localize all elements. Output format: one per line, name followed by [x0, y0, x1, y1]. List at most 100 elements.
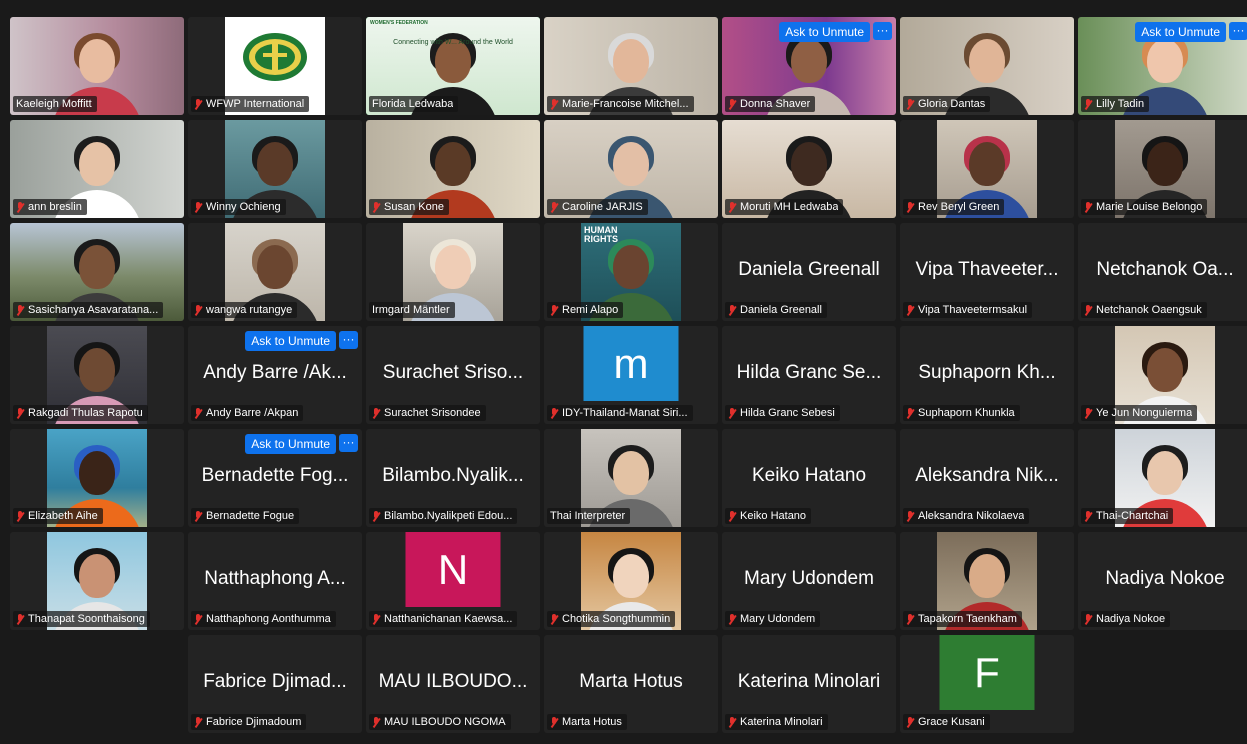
participant-tile[interactable]: m IDY-Thailand-Manat Siri... [544, 326, 718, 424]
participant-tile[interactable]: Mary Udondem Mary Udondem [722, 532, 896, 630]
muted-mic-icon [550, 98, 558, 110]
face-shape [1147, 142, 1183, 186]
name-label: IDY-Thailand-Manat Siri... [547, 405, 693, 421]
display-name: Vipa Thaveeter... [915, 259, 1059, 280]
participant-tile[interactable]: Irmgard Mäntler [366, 223, 540, 321]
participant-tile[interactable]: Marta Hotus Marta Hotus [544, 635, 718, 733]
ask-to-unmute-button[interactable]: Ask to Unmute [779, 22, 870, 42]
muted-mic-icon [1084, 510, 1092, 522]
participant-tile[interactable]: WOMEN'S FEDERATION Connecting with W... A… [366, 17, 540, 115]
participant-tile[interactable]: Ask to Unmute ··· Lilly Tadin [1078, 17, 1247, 115]
ask-to-unmute-button[interactable]: Ask to Unmute [245, 331, 336, 351]
participant-tile[interactable]: Tapakorn Taenkham [900, 532, 1074, 630]
name-label: Marta Hotus [547, 714, 627, 730]
participant-name: Gloria Dantas [918, 98, 986, 110]
participant-tile[interactable]: wangwa rutangye [188, 223, 362, 321]
participant-tile[interactable]: Nadiya Nokoe Nadiya Nokoe [1078, 532, 1247, 630]
participant-name: Chotika Songthummin [562, 613, 671, 625]
participant-tile[interactable]: Rev Beryl Green [900, 120, 1074, 218]
participant-tile[interactable]: Thanapat Soonthaisong [10, 532, 184, 630]
participant-tile[interactable]: HUMAN RIGHTS Remi Alapo [544, 223, 718, 321]
participant-tile[interactable]: Surachet Sriso... Surachet Srisondee [366, 326, 540, 424]
participant-tile[interactable]: Ye Jun Nonguierma [1078, 326, 1247, 424]
participant-tile[interactable]: Susan Kone [366, 120, 540, 218]
participant-tile[interactable]: Bernadette Fog... Ask to Unmute ··· Bernade… [188, 429, 362, 527]
participant-tile[interactable]: Sasichanya Asavaratana... [10, 223, 184, 321]
name-label: MAU ILBOUDO NGOMA [369, 714, 511, 730]
face-shape [79, 348, 115, 392]
more-options-button[interactable]: ··· [873, 22, 892, 40]
participant-tile[interactable]: WFWP International [188, 17, 362, 115]
face-shape [79, 39, 115, 83]
participant-name: Winny Ochieng [206, 201, 281, 213]
muted-mic-icon [728, 407, 736, 419]
participant-name: wangwa rutangye [206, 304, 293, 316]
participant-tile[interactable]: Elizabeth Aihe [10, 429, 184, 527]
participant-tile[interactable]: Winny Ochieng [188, 120, 362, 218]
participant-name: Moruti MH Ledwaba [740, 201, 839, 213]
participant-tile[interactable]: F Grace Kusani [900, 635, 1074, 733]
participant-tile[interactable]: Suphaporn Kh... Suphaporn Khunkla [900, 326, 1074, 424]
participant-tile[interactable]: Rakgadi Thulas Rapotu [10, 326, 184, 424]
ask-to-unmute-button[interactable]: Ask to Unmute [245, 434, 336, 454]
participant-name: Marie-Francoise Mitchel... [562, 98, 689, 110]
name-label: Rakgadi Thulas Rapotu [13, 405, 148, 421]
participant-tile[interactable]: Katerina Minolari Katerina Minolari [722, 635, 896, 733]
participant-tile[interactable]: Andy Barre /Ak... Ask to Unmute ··· Andy Ba… [188, 326, 362, 424]
participant-tile[interactable]: Fabrice Djimad... Fabrice Djimadoum [188, 635, 362, 733]
muted-mic-icon [372, 510, 380, 522]
participant-name: Elizabeth Aihe [28, 510, 98, 522]
participant-tile[interactable]: Ask to Unmute ··· Donna Shaver [722, 17, 896, 115]
participant-tile[interactable]: Aleksandra Nik... Aleksandra Nikolaeva [900, 429, 1074, 527]
participant-name: Tapakorn Taenkham [918, 613, 1017, 625]
display-name: Suphaporn Kh... [918, 362, 1056, 383]
participant-name: Ye Jun Nonguierma [1096, 407, 1193, 419]
face-shape [969, 554, 1005, 598]
avatar-initial: F [939, 635, 1035, 710]
participant-tile[interactable]: Moruti MH Ledwaba [722, 120, 896, 218]
participant-name: IDY-Thailand-Manat Siri... [562, 407, 688, 419]
more-options-button[interactable]: ··· [1229, 22, 1247, 40]
participant-name: Andy Barre /Akpan [206, 407, 299, 419]
face-shape [1147, 451, 1183, 495]
ask-to-unmute-button[interactable]: Ask to Unmute [1135, 22, 1226, 42]
participant-tile[interactable]: ann breslin [10, 120, 184, 218]
participant-tile[interactable]: Kaeleigh Moffitt [10, 17, 184, 115]
participant-tile[interactable]: Vipa Thaveeter... Vipa Thaveetermsakul [900, 223, 1074, 321]
participant-tile[interactable]: Daniela Greenall Daniela Greenall [722, 223, 896, 321]
participant-tile[interactable]: Keiko Hatano Keiko Hatano [722, 429, 896, 527]
more-options-button[interactable]: ··· [339, 434, 358, 452]
participant-tile[interactable]: Gloria Dantas [900, 17, 1074, 115]
name-label: Fabrice Djimadoum [191, 714, 307, 730]
display-name: Natthaphong A... [204, 568, 346, 589]
participant-tile[interactable]: Chotika Songthummin [544, 532, 718, 630]
participant-tile[interactable]: Marie-Francoise Mitchel... [544, 17, 718, 115]
muted-mic-icon [550, 407, 558, 419]
muted-mic-icon [194, 613, 202, 625]
muted-mic-icon [1084, 304, 1092, 316]
participant-name: Bilambo.Nyalikpeti Edou... [384, 510, 513, 522]
name-label: Marie Louise Belongo [1081, 199, 1208, 215]
participant-tile[interactable]: N Natthanichanan Kaewsa... [366, 532, 540, 630]
face-shape [969, 142, 1005, 186]
participant-tile[interactable]: Caroline JARJIS [544, 120, 718, 218]
participant-name: Bernadette Fogue [206, 510, 295, 522]
name-label: Caroline JARJIS [547, 199, 648, 215]
name-label: Aleksandra Nikolaeva [903, 508, 1030, 524]
participant-tile[interactable]: MAU ILBOUDO... MAU ILBOUDO NGOMA [366, 635, 540, 733]
participant-tile[interactable]: Natthaphong A... Natthaphong Aonthumma [188, 532, 362, 630]
name-label: Natthanichanan Kaewsa... [369, 611, 518, 627]
participant-tile[interactable]: Hilda Granc Se... Hilda Granc Sebesi [722, 326, 896, 424]
muted-mic-icon [372, 407, 380, 419]
more-options-button[interactable]: ··· [339, 331, 358, 349]
participant-tile[interactable]: Thai-Chartchai [1078, 429, 1247, 527]
participant-tile[interactable]: Marie Louise Belongo [1078, 120, 1247, 218]
name-label: Surachet Srisondee [369, 405, 486, 421]
name-label: Mary Udondem [725, 611, 821, 627]
participant-tile[interactable]: Netchanok Oa... Netchanok Oaengsuk [1078, 223, 1247, 321]
participant-name: Lilly Tadin [1096, 98, 1145, 110]
participant-tile[interactable]: Thai Interpreter [544, 429, 718, 527]
name-label: WFWP International [191, 96, 310, 112]
participant-tile[interactable]: Bilambo.Nyalik... Bilambo.Nyalikpeti Edou… [366, 429, 540, 527]
display-name: Mary Udondem [744, 568, 874, 589]
